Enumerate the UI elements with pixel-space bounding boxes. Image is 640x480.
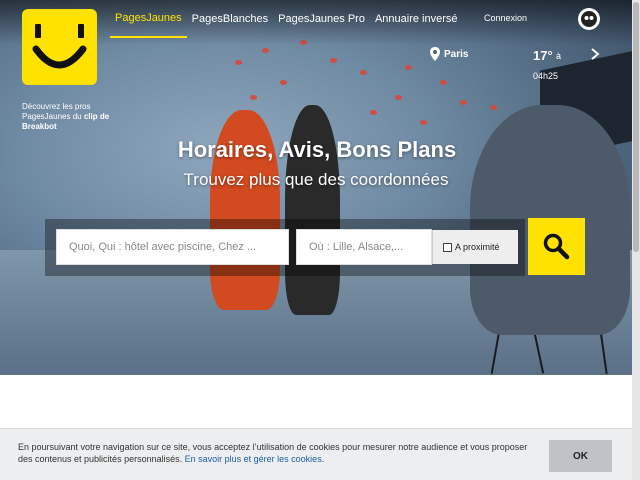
weather-suffix: à <box>556 51 562 61</box>
petal <box>360 70 367 75</box>
tab-pagesjaunes-pro[interactable]: PagesJaunes Pro <box>273 0 370 38</box>
connexion-link[interactable]: Connexion <box>484 13 527 23</box>
petal <box>420 120 427 125</box>
petal <box>262 48 269 53</box>
pros-promo: Découvrez les pros PagesJaunes du clip d… <box>22 102 122 132</box>
weather-time: 04h25 <box>533 71 559 81</box>
hero-headline: Horaires, Avis, Bons Plans <box>177 137 457 162</box>
location-selector[interactable]: Paris <box>428 46 468 62</box>
cookie-settings-link[interactable]: En savoir plus et gérer les cookies. <box>185 454 325 464</box>
chevron-right-icon[interactable] <box>588 46 602 62</box>
tab-annuaire-inverse[interactable]: Annuaire inversé <box>370 0 463 38</box>
map-pin-icon <box>430 47 440 61</box>
petal <box>490 105 497 110</box>
cookie-ok-button[interactable]: OK <box>549 440 612 472</box>
search-button[interactable] <box>528 218 585 275</box>
page-scrollbar[interactable] <box>632 0 640 480</box>
location-city: Paris <box>444 48 469 60</box>
cookie-banner: En poursuivant votre navigation sur ce s… <box>0 428 640 480</box>
petal <box>395 95 402 100</box>
petal <box>460 100 467 105</box>
user-avatar-icon <box>581 11 597 27</box>
pagesjaunes-logo[interactable] <box>22 9 97 85</box>
tab-pagesjaunes[interactable]: PagesJaunes <box>110 0 187 38</box>
pros-promo-text: Découvrez les pros PagesJaunes du <box>22 102 91 121</box>
petal <box>250 95 257 100</box>
page: { "header": { "tabs": [ {"label": "Pages… <box>0 0 640 480</box>
cookie-text-block: En poursuivant votre navigation sur ce s… <box>18 441 533 465</box>
account-button[interactable] <box>578 8 600 30</box>
search-panel: A proximité <box>45 219 525 276</box>
where-field <box>296 229 432 265</box>
petal <box>440 80 447 85</box>
petal <box>235 60 242 65</box>
proximity-label: A proximité <box>455 242 500 252</box>
what-input[interactable] <box>69 241 288 253</box>
hero-tagline: Trouvez plus que des coordonnées <box>183 170 449 189</box>
petal <box>280 80 287 85</box>
petal <box>370 110 377 115</box>
tab-pagesblanches[interactable]: PagesBlanches <box>187 0 273 38</box>
where-input[interactable] <box>309 241 431 253</box>
proximity-checkbox[interactable] <box>443 242 452 252</box>
proximity-toggle[interactable]: A proximité <box>432 230 518 264</box>
top-nav: PagesJaunes PagesBlanches PagesJaunes Pr… <box>110 0 463 38</box>
smiley-logo-icon <box>32 24 87 69</box>
weather-temperature: 17° <box>533 48 553 63</box>
petal <box>405 65 412 70</box>
search-icon <box>543 233 570 260</box>
scrollbar-thumb[interactable] <box>633 2 639 252</box>
what-field <box>56 229 289 265</box>
petal <box>330 58 337 63</box>
